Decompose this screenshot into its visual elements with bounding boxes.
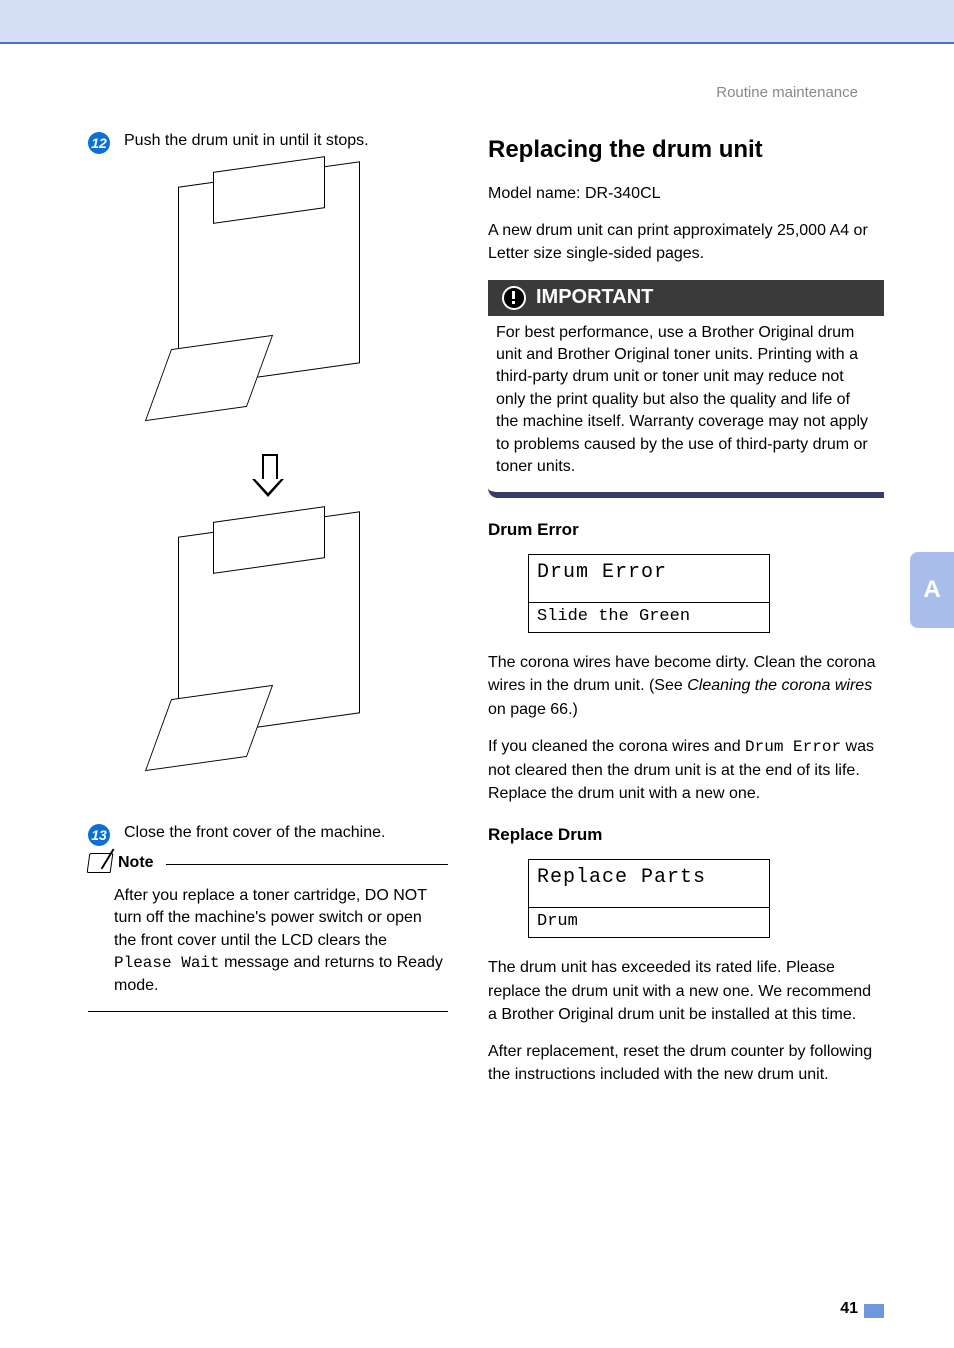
- model-name: Model name: DR-340CL: [488, 182, 884, 205]
- important-box: IMPORTANT For best performance, use a Br…: [488, 280, 884, 499]
- section-title: Replacing the drum unit: [488, 136, 884, 164]
- drum-error-p1: The corona wires have become dirty. Clea…: [488, 651, 884, 721]
- page-number: 41: [840, 1300, 858, 1318]
- lcd-drum-error: Drum Error Slide the Green: [528, 554, 770, 633]
- text-post: on page 66.): [488, 701, 578, 718]
- arrow-down-icon: [248, 454, 288, 504]
- exclamation-icon: [502, 286, 526, 310]
- top-band: [0, 0, 954, 44]
- drum-error-p2: If you cleaned the corona wires and Drum…: [488, 735, 884, 806]
- lcd-line-1: Replace Parts: [529, 860, 769, 908]
- note-body: After you replace a toner cartridge, DO …: [88, 885, 448, 997]
- left-column: 12 Push the drum unit in until it stops.…: [88, 130, 448, 1308]
- note-text-pre: After you replace a toner cartridge, DO …: [114, 887, 427, 949]
- note-mono-text: Please Wait: [114, 954, 220, 972]
- lcd-line-2: Slide the Green: [529, 603, 769, 632]
- right-column: Replacing the drum unit Model name: DR-3…: [488, 130, 884, 1308]
- drum-error-title: Drum Error: [488, 520, 884, 540]
- header-breadcrumb: Routine maintenance: [716, 84, 858, 101]
- important-header: IMPORTANT: [488, 280, 884, 316]
- step-13: 13 Close the front cover of the machine.: [88, 822, 448, 846]
- mono-text: Drum Error: [745, 738, 841, 756]
- important-label: IMPORTANT: [536, 286, 653, 309]
- important-body: For best performance, use a Brother Orig…: [488, 316, 884, 493]
- step-12: 12 Push the drum unit in until it stops.: [88, 130, 448, 154]
- printer-illustration-top: [153, 164, 383, 454]
- intro-text: A new drum unit can print approximately …: [488, 219, 884, 265]
- note-box: Note After you replace a toner cartridge…: [88, 864, 448, 1012]
- step-number-badge: 12: [88, 132, 110, 154]
- step-text: Push the drum unit in until it stops.: [124, 130, 369, 152]
- note-label: Note: [118, 854, 154, 872]
- lcd-line-1: Drum Error: [529, 555, 769, 603]
- step-number-badge: 13: [88, 824, 110, 846]
- lcd-replace-drum: Replace Parts Drum: [528, 859, 770, 938]
- printer-illustration-bottom: [153, 514, 383, 804]
- replace-drum-p2: After replacement, reset the drum counte…: [488, 1040, 884, 1086]
- replace-drum-title: Replace Drum: [488, 825, 884, 845]
- note-icon: [87, 853, 114, 873]
- replace-drum-p1: The drum unit has exceeded its rated lif…: [488, 956, 884, 1026]
- document-page: Routine maintenance A 12 Push the drum u…: [0, 0, 954, 1348]
- link-reference: Cleaning the corona wires: [687, 677, 872, 694]
- text-pre: If you cleaned the corona wires and: [488, 738, 745, 755]
- lcd-line-2: Drum: [529, 908, 769, 937]
- section-tab: A: [910, 552, 954, 628]
- page-accent-bar: [864, 1304, 884, 1318]
- content-columns: 12 Push the drum unit in until it stops.…: [88, 130, 884, 1308]
- step-text: Close the front cover of the machine.: [124, 822, 385, 844]
- note-header: Note: [88, 853, 166, 873]
